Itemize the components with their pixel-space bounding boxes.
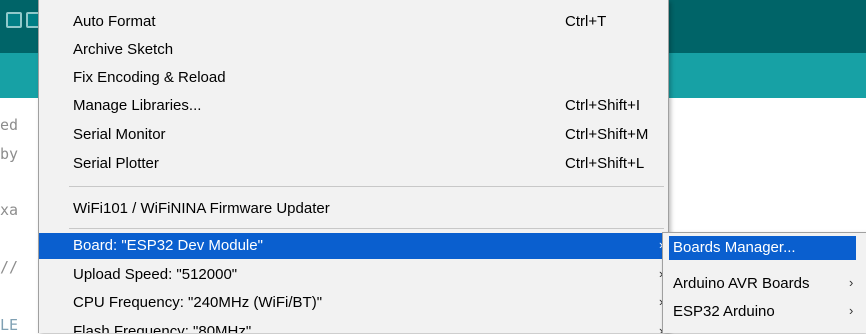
submenu-item-label: Arduino AVR Boards [673, 275, 810, 292]
menu-item-label: Upload Speed: "512000" [73, 266, 238, 283]
board-submenu: Boards Manager... Arduino AVR Boards › E… [662, 232, 866, 333]
menu-item-label: WiFi101 / WiFiNINA Firmware Updater [73, 200, 330, 217]
menu-item-label: Flash Frequency: "80MHz" [73, 323, 252, 333]
menu-item-flash-frequency[interactable]: Flash Frequency: "80MHz" › [39, 318, 668, 333]
code-fragment: ed [0, 116, 19, 134]
menu-item-shortcut: Ctrl+Shift+L [565, 155, 645, 172]
menu-item-manage-libraries[interactable]: Manage Libraries... Ctrl+Shift+I [39, 92, 668, 120]
menu-item-label: Auto Format [73, 13, 156, 30]
menu-item-fix-encoding[interactable]: Fix Encoding & Reload [39, 64, 668, 92]
menu-item-label: Serial Monitor [73, 126, 166, 143]
submenu-item-label: ESP32 Arduino [673, 303, 775, 320]
menu-item-label: CPU Frequency: "240MHz (WiFi/BT)" [73, 294, 323, 311]
menu-item-board[interactable]: Board: "ESP32 Dev Module" › [39, 233, 668, 259]
code-fragment: by [0, 145, 19, 163]
code-fragment: xa [0, 201, 19, 219]
menu-separator [69, 228, 664, 229]
submenu-item-label: Boards Manager... [673, 239, 796, 256]
submenu-item-esp32-arduino[interactable]: ESP32 Arduino › [663, 298, 866, 325]
menu-item-label: Archive Sketch [73, 41, 174, 58]
menu-item-label: Board: "ESP32 Dev Module" [73, 237, 263, 254]
menu-item-shortcut: Ctrl+Shift+M [565, 126, 649, 143]
submenu-item-boards-manager[interactable]: Boards Manager... [669, 236, 856, 260]
code-fragment: LE [0, 316, 19, 334]
chevron-right-icon: › [849, 275, 854, 290]
menu-item-label: Fix Encoding & Reload [73, 69, 226, 86]
menu-item-upload-speed[interactable]: Upload Speed: "512000" › [39, 261, 668, 289]
menu-item-shortcut: Ctrl+T [565, 13, 607, 30]
submenu-item-arduino-avr-boards[interactable]: Arduino AVR Boards › [663, 270, 866, 297]
menu-item-firmware-updater[interactable]: WiFi101 / WiFiNINA Firmware Updater [39, 195, 668, 223]
verify-icon[interactable] [6, 12, 22, 28]
menu-item-serial-monitor[interactable]: Serial Monitor Ctrl+Shift+M [39, 121, 668, 149]
menu-item-label: Serial Plotter [73, 155, 159, 172]
menu-item-label: Manage Libraries... [73, 97, 202, 114]
code-fragment: // [0, 258, 19, 276]
menu-item-cpu-frequency[interactable]: CPU Frequency: "240MHz (WiFi/BT)" › [39, 289, 668, 317]
menu-separator [69, 186, 664, 187]
tools-menu: Auto Format Ctrl+T Archive Sketch Fix En… [38, 0, 669, 333]
chevron-right-icon: › [849, 303, 854, 318]
menu-item-serial-plotter[interactable]: Serial Plotter Ctrl+Shift+L [39, 150, 668, 178]
menu-item-shortcut: Ctrl+Shift+I [565, 97, 641, 114]
menu-item-archive-sketch[interactable]: Archive Sketch [39, 36, 668, 64]
menu-item-auto-format[interactable]: Auto Format Ctrl+T [39, 8, 668, 36]
